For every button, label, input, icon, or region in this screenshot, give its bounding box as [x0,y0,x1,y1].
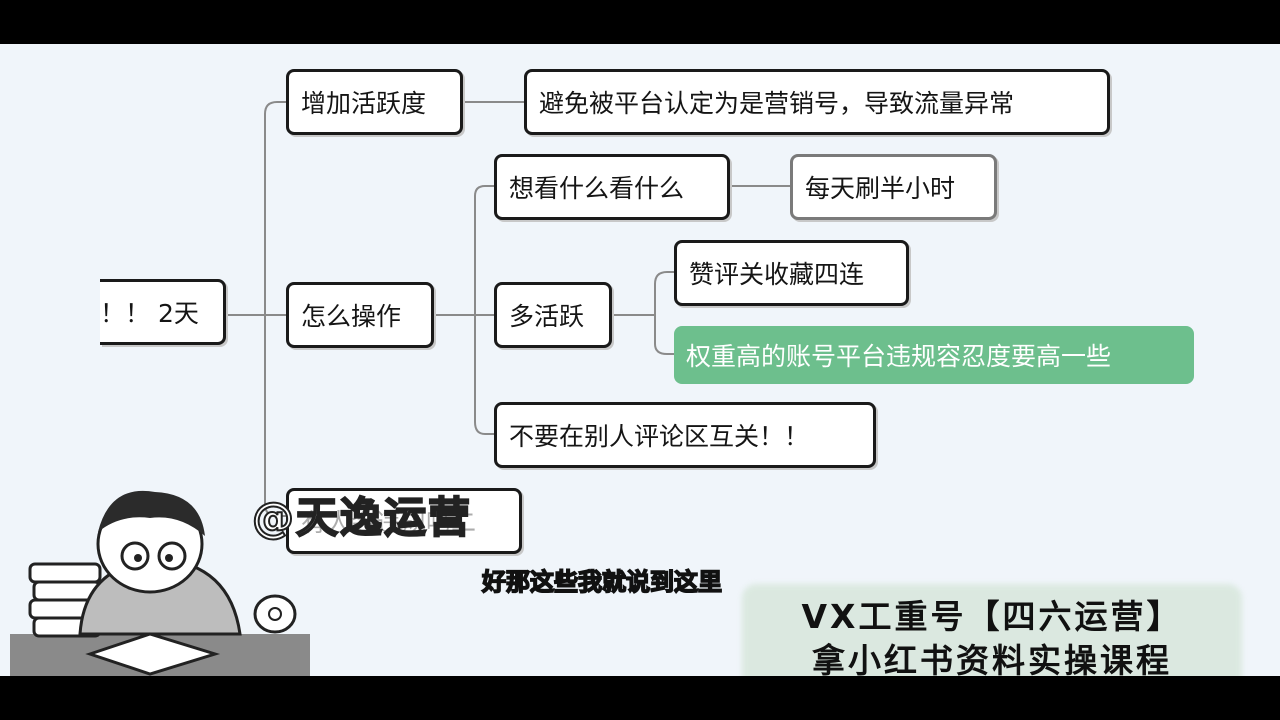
node-four-interactions[interactable]: 赞评关收藏四连 [674,240,909,306]
node-four-interactions-label: 赞评关收藏四连 [689,260,865,289]
promo-line-2: 拿小红书资料实操课程 [812,641,1172,676]
node-half-hour-daily[interactable]: 每天刷半小时 [790,154,997,220]
mindmap-canvas: ！！ 2天 增加活跃度 避免被平台认定为是营销号，导致流量异常 怎么操作 想看什… [0,44,1280,676]
video-subtitle: 好那这些我就说到这里 [481,567,723,597]
branch-increase-activity[interactable]: 增加活跃度 [286,69,463,135]
node-half-hour-daily-label: 每天刷半小时 [805,174,956,203]
watermark-text: @天逸运营 [251,492,473,543]
node-be-active[interactable]: 多活跃 [494,282,612,348]
node-avoid-marketing-account-label: 避免被平台认定为是营销号，导致流量异常 [539,89,1015,118]
branch-how-to-operate-label: 怎么操作 [301,302,402,331]
root-label: ！！ 2天 [100,299,199,328]
node-no-mutual-follow[interactable]: 不要在别人评论区互关！！ [494,402,876,468]
promo-line-1: VX工重号【四六运营】 [801,597,1183,636]
promo-banner: VX工重号【四六运营】 拿小红书资料实操课程 [742,584,1242,676]
branch-increase-activity-label: 增加活跃度 [301,89,427,118]
node-no-mutual-follow-label: 不要在别人评论区互关！！ [509,422,810,451]
node-avoid-marketing-account[interactable]: 避免被平台认定为是营销号，导致流量异常 [524,69,1110,135]
node-be-active-label: 多活跃 [509,302,585,331]
branch-how-to-operate[interactable]: 怎么操作 [286,282,434,348]
node-high-weight-tolerance[interactable]: 权重高的账号平台违规容忍度要高一些 [674,326,1194,384]
node-watch-anything-label: 想看什么看什么 [509,174,685,203]
node-watch-anything[interactable]: 想看什么看什么 [494,154,730,220]
root-node[interactable]: ！！ 2天 [100,279,226,345]
node-high-weight-tolerance-label: 权重高的账号平台违规容忍度要高一些 [686,342,1112,371]
